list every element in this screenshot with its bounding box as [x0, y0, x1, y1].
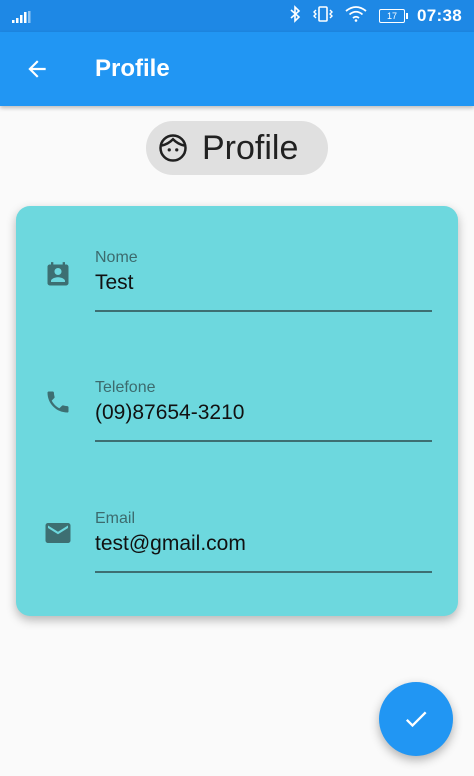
- phone-field-group: Telefone: [16, 379, 458, 489]
- back-button[interactable]: [13, 45, 61, 93]
- email-icon: [42, 517, 74, 549]
- battery-icon: 17: [379, 9, 409, 23]
- name-underline: [95, 310, 432, 312]
- check-icon: [405, 711, 427, 728]
- face-icon: [159, 134, 187, 162]
- page-title: Profile: [95, 55, 170, 82]
- signal-icon: [12, 9, 32, 23]
- contact-calendar-icon: [42, 259, 74, 291]
- status-time: 07:38: [417, 6, 462, 25]
- wifi-icon: [345, 5, 367, 27]
- name-field-group: Nome: [16, 249, 458, 359]
- app-bar: Profile: [0, 32, 474, 106]
- name-label: Nome: [95, 249, 138, 266]
- battery-level: 17: [387, 11, 398, 21]
- save-fab-button[interactable]: [379, 682, 453, 756]
- email-label: Email: [95, 510, 136, 527]
- chip-label: Profile: [202, 128, 299, 167]
- profile-form-card: Nome Telefone Email: [16, 206, 458, 616]
- email-underline: [95, 571, 432, 573]
- profile-chip: Profile: [146, 121, 328, 175]
- email-input[interactable]: [95, 532, 432, 556]
- email-field-group: Email: [16, 510, 458, 620]
- phone-underline: [95, 440, 432, 442]
- vibrate-icon: [313, 5, 334, 28]
- phone-label: Telefone: [95, 379, 156, 396]
- bluetooth-icon: [289, 4, 301, 28]
- phone-icon: [42, 386, 74, 418]
- arrow-back-icon: [28, 60, 46, 78]
- phone-input[interactable]: [95, 401, 432, 425]
- name-input[interactable]: [95, 271, 432, 295]
- status-bar: 17 07:38: [0, 0, 474, 32]
